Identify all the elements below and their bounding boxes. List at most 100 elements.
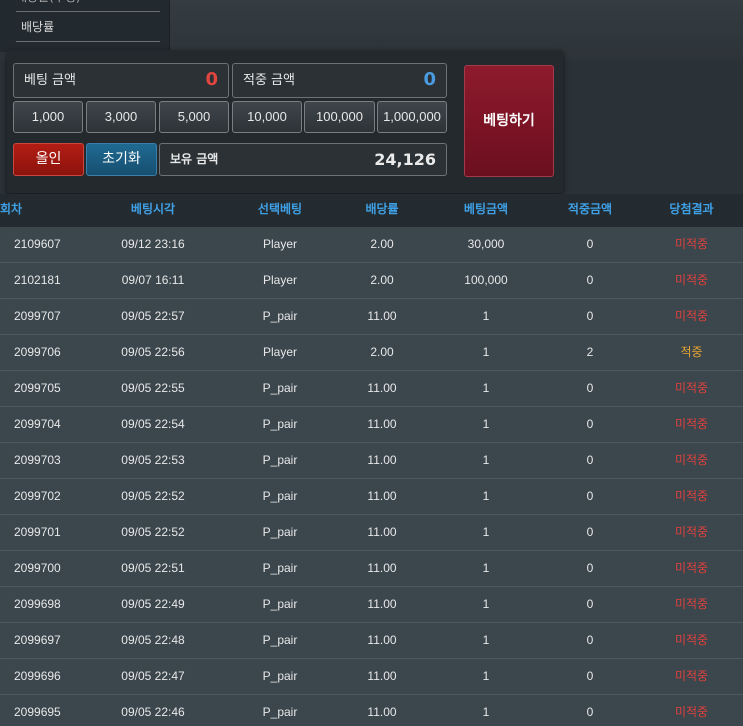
cell-bet-amount: 1: [482, 309, 490, 323]
place-bet-button[interactable]: 베팅하기: [464, 65, 554, 177]
cell-selection: P_pair: [262, 309, 298, 323]
cell-round: 2099704: [14, 417, 61, 431]
cell-result: 미적중: [674, 525, 709, 539]
odds-panel-prev-row: 배당률(추정): [16, 0, 160, 12]
table-row: 2099696 09/05 22:47 P_pair 11.00 1 0 미적중: [0, 659, 743, 695]
table-row: 2099706 09/05 22:56 Player 2.00 1 2 적중: [0, 335, 743, 371]
table-row: 2099705 09/05 22:55 P_pair 11.00 1 0 미적중: [0, 371, 743, 407]
cell-round: 2099703: [14, 453, 61, 467]
table-row: 2099698 09/05 22:49 P_pair 11.00 1 0 미적중: [0, 587, 743, 623]
cell-bet-amount: 1: [482, 705, 490, 719]
cell-bet-amount: 1: [482, 633, 490, 647]
cell-odds: 2.00: [370, 345, 394, 359]
holding-amount-label: 보유 금액: [170, 152, 219, 166]
cell-bet-amount: 1: [482, 525, 490, 539]
cell-bet-amount: 1: [482, 561, 490, 575]
cell-result: 미적중: [674, 669, 709, 683]
cell-odds: 11.00: [367, 489, 397, 503]
header-win-amount: 적중금액: [567, 202, 613, 216]
cell-result: 미적중: [674, 489, 709, 503]
cell-selection: P_pair: [262, 381, 298, 395]
cell-bet-amount: 30,000: [467, 237, 505, 251]
cell-result: 미적중: [674, 633, 709, 647]
chip-10000-button[interactable]: 10,000: [232, 101, 302, 133]
cell-odds: 11.00: [367, 525, 397, 539]
cell-selection: P_pair: [262, 453, 298, 467]
cell-win-amount: 0: [586, 381, 594, 395]
table-row: 2099695 09/05 22:46 P_pair 11.00 1 0 미적중: [0, 695, 743, 726]
cell-win-amount: 0: [586, 525, 594, 539]
bet-amount-value: 0: [205, 69, 218, 90]
cell-result: 미적중: [674, 561, 709, 575]
cell-selection: P_pair: [262, 705, 298, 719]
cell-result: 미적중: [674, 417, 709, 431]
chip-5000-button[interactable]: 5,000: [159, 101, 229, 133]
cell-result: 적중: [680, 345, 703, 359]
cell-win-amount: 0: [586, 237, 594, 251]
cell-odds: 11.00: [367, 705, 397, 719]
cell-round: 2099698: [14, 597, 61, 611]
cell-result: 미적중: [674, 705, 709, 719]
bet-amount-field: 베팅 금액 0: [13, 63, 229, 98]
cell-round: 2099702: [14, 489, 61, 503]
cell-bet-amount: 100,000: [464, 273, 508, 287]
chip-1000-button[interactable]: 1,000: [13, 101, 83, 133]
cell-selection: P_pair: [262, 489, 298, 503]
header-odds: 배당률: [365, 202, 399, 216]
header-result: 당첨결과: [669, 202, 714, 216]
table-row: 2109607 09/12 23:16 Player 2.00 30,000 0 미적중: [0, 227, 743, 263]
cell-result: 미적중: [674, 453, 709, 467]
bet-amount-label: 베팅 금액: [24, 73, 76, 88]
cell-round: 2099701: [14, 525, 61, 539]
cell-bet-amount: 1: [482, 381, 490, 395]
header-round: 회차: [0, 202, 23, 216]
cell-round: 2109607: [14, 237, 61, 251]
cell-odds: 11.00: [367, 669, 397, 683]
reset-button[interactable]: 초기화: [86, 143, 157, 176]
cell-selection: P_pair: [262, 417, 298, 431]
cell-win-amount: 2: [586, 345, 594, 359]
cell-round: 2099707: [14, 309, 61, 323]
table-row: 2099702 09/05 22:52 P_pair 11.00 1 0 미적중: [0, 479, 743, 515]
cell-win-amount: 0: [586, 417, 594, 431]
table-row: 2099701 09/05 22:52 P_pair 11.00 1 0 미적중: [0, 515, 743, 551]
holding-amount-value: 24,126: [374, 150, 436, 169]
cell-round: 2099700: [14, 561, 61, 575]
bet-history-table: 회차 베팅시각 선택베팅 배당률 베팅금액 적중금액 당첨결과 2109607 0…: [0, 194, 743, 726]
allin-button[interactable]: 올인: [13, 143, 84, 176]
cell-bet-time: 09/05 22:54: [121, 417, 185, 431]
cell-result: 미적중: [674, 381, 709, 395]
cell-result: 미적중: [674, 597, 709, 611]
cell-bet-time: 09/05 22:57: [121, 309, 185, 323]
chip-100000-button[interactable]: 100,000: [304, 101, 375, 133]
cell-selection: P_pair: [262, 525, 298, 539]
cell-selection: Player: [262, 345, 297, 359]
cell-selection: P_pair: [262, 561, 298, 575]
cell-win-amount: 0: [586, 597, 594, 611]
cell-result: 미적중: [674, 309, 709, 323]
holding-amount-field: 보유 금액 24,126: [159, 143, 447, 176]
table-row: 2099697 09/05 22:48 P_pair 11.00 1 0 미적중: [0, 623, 743, 659]
chip-1000000-button[interactable]: 1,000,000: [377, 101, 447, 133]
cell-bet-time: 09/12 23:16: [121, 237, 185, 251]
cell-odds: 11.00: [367, 381, 397, 395]
table-row: 2099707 09/05 22:57 P_pair 11.00 1 0 미적중: [0, 299, 743, 335]
cell-selection: Player: [262, 273, 297, 287]
cell-bet-amount: 1: [482, 453, 490, 467]
cell-win-amount: 0: [586, 273, 594, 287]
cell-round: 2099706: [14, 345, 61, 359]
cell-odds: 2.00: [370, 237, 394, 251]
chip-3000-button[interactable]: 3,000: [86, 101, 156, 133]
cell-bet-amount: 1: [482, 417, 490, 431]
table-row: 2099704 09/05 22:54 P_pair 11.00 1 0 미적중: [0, 407, 743, 443]
cell-odds: 2.00: [370, 273, 394, 287]
cell-result: 미적중: [674, 273, 709, 287]
table-header: 회차 베팅시각 선택베팅 배당률 베팅금액 적중금액 당첨결과: [0, 194, 743, 227]
cell-win-amount: 0: [586, 705, 594, 719]
win-amount-value: 0: [423, 69, 436, 90]
table-row: 2102181 09/07 16:11 Player 2.00 100,000 0 미적중: [0, 263, 743, 299]
cell-odds: 11.00: [367, 633, 397, 647]
cell-round: 2099697: [14, 633, 61, 647]
cell-odds: 11.00: [367, 453, 397, 467]
cell-win-amount: 0: [586, 489, 594, 503]
